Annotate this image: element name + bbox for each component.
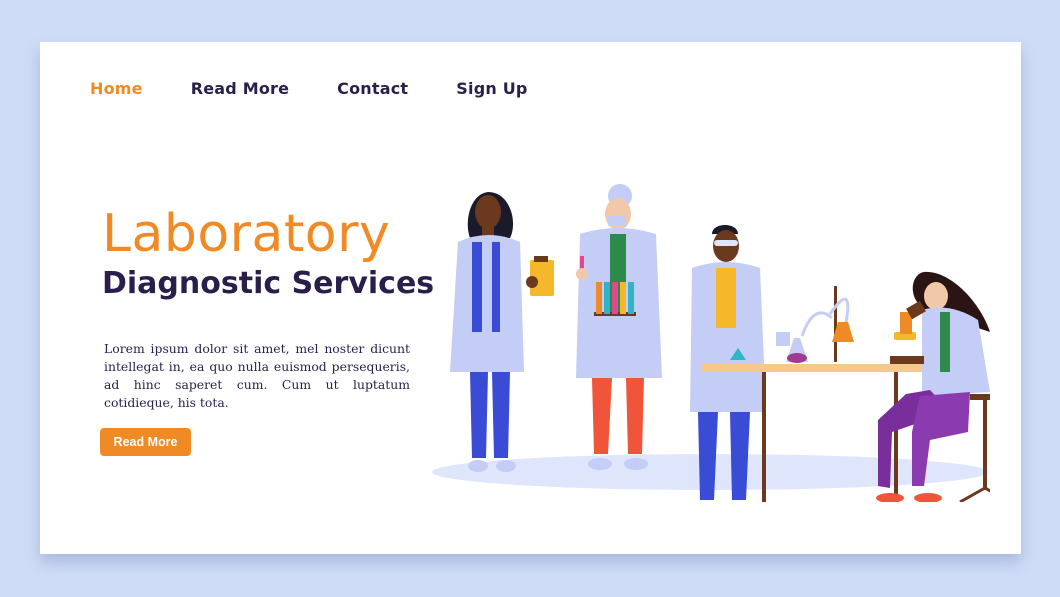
scientist-test-tubes-icon	[576, 184, 662, 470]
nav-sign-up-link[interactable]: Sign Up	[456, 79, 527, 98]
hero-description: Lorem ipsum dolor sit amet, mel noster d…	[104, 341, 410, 410]
laboratory-scientists-illustration	[432, 184, 990, 502]
nav-contact-link[interactable]: Contact	[337, 79, 408, 98]
scientist-clipboard-icon	[450, 192, 554, 472]
hero-title: Laboratory	[102, 204, 391, 264]
nav-read-more-link[interactable]: Read More	[191, 79, 289, 98]
main-nav: Home Read More Contact Sign Up	[90, 79, 576, 98]
nav-home-link[interactable]: Home	[90, 79, 143, 98]
landing-page-card: Home Read More Contact Sign Up Laborator…	[40, 42, 1021, 554]
hero-subtitle: Diagnostic Services	[102, 266, 435, 301]
read-more-button[interactable]: Read More	[100, 428, 191, 456]
